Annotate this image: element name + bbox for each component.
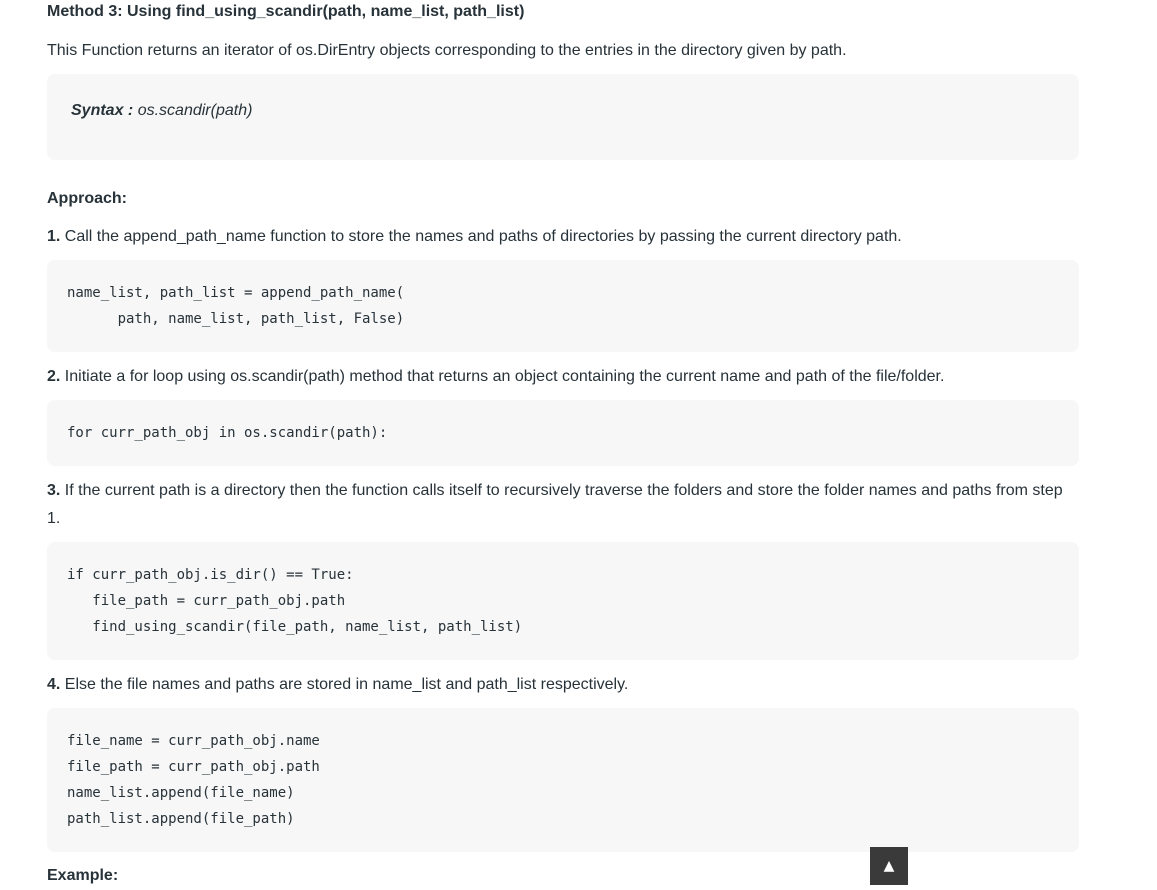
step-4-text: 4. Else the file names and paths are sto… <box>47 671 628 699</box>
code-block: file_name = curr_path_obj.name file_path… <box>47 708 1079 852</box>
step-number: 4. <box>47 676 61 693</box>
step-number: 3. <box>47 482 61 499</box>
code-text: if curr_path_obj.is_dir() == True: file_… <box>67 567 523 635</box>
step-2-text: 2. Initiate a for loop using os.scandir(… <box>47 363 944 391</box>
step-number: 1. <box>47 228 61 245</box>
step-description: Call the append_path_name function to st… <box>60 228 902 245</box>
scroll-to-top-button[interactable]: ▲ <box>870 847 908 885</box>
approach-label: Approach: <box>47 190 127 207</box>
code-text: file_name = curr_path_obj.name file_path… <box>67 733 320 827</box>
code-block: for curr_path_obj in os.scandir(path): <box>47 400 1079 466</box>
code-text: for curr_path_obj in os.scandir(path): <box>67 425 388 441</box>
step-number: 2. <box>47 368 61 385</box>
syntax-box: Syntax : os.scandir(path) <box>47 74 1079 160</box>
step-description: If the current path is a directory then … <box>47 482 1063 527</box>
intro-paragraph: This Function returns an iterator of os.… <box>47 42 847 59</box>
syntax-label: Syntax : <box>71 102 134 119</box>
step-3-text: 3. If the current path is a directory th… <box>47 477 1079 533</box>
example-label: Example: <box>47 867 119 884</box>
syntax-value: os.scandir(path) <box>133 102 253 119</box>
section-heading: Method 3: Using find_using_scandir(path,… <box>47 3 525 20</box>
step-1-text: 1. Call the append_path_name function to… <box>47 223 902 251</box>
up-triangle-icon: ▲ <box>883 858 895 874</box>
step-description: Else the file names and paths are stored… <box>60 676 629 693</box>
code-block: if curr_path_obj.is_dir() == True: file_… <box>47 542 1079 660</box>
syntax-line: Syntax : os.scandir(path) <box>71 102 252 120</box>
code-block: name_list, path_list = append_path_name(… <box>47 260 1079 352</box>
step-description: Initiate a for loop using os.scandir(pat… <box>60 368 945 385</box>
code-text: name_list, path_list = append_path_name(… <box>67 285 405 327</box>
